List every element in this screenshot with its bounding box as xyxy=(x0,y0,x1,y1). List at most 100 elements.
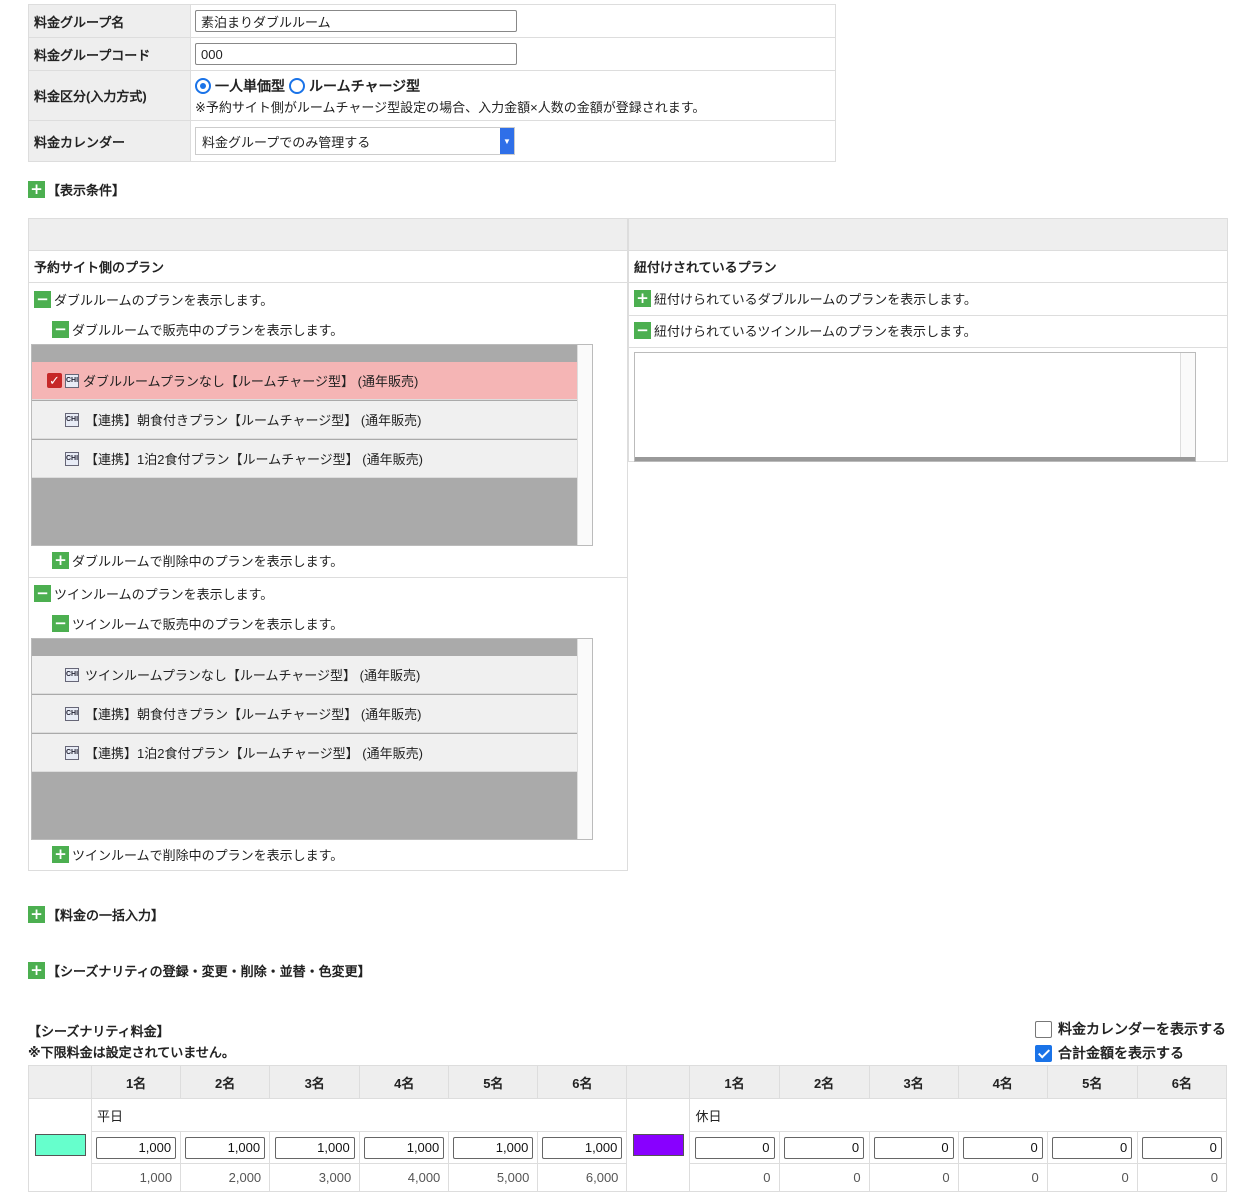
weekday-rate-input-2[interactable] xyxy=(185,1136,266,1159)
list-scrollbar[interactable] xyxy=(1180,353,1195,457)
checkbox-checked-icon[interactable]: ✓ xyxy=(47,373,62,388)
rate-group-form: 料金グループ名 料金グループコード 料金区分(入力方式) 一人単価型 ルームチャ… xyxy=(28,4,836,162)
group-code-label: 料金グループコード xyxy=(29,38,191,70)
show-total-label: 合計金額を表示する xyxy=(1058,1045,1184,1061)
twin-deleted-label: ツインルームで削除中のプランを表示します。 xyxy=(72,848,344,863)
twin-selling-toggle[interactable]: − ツインルームで販売中のプランを表示します。 xyxy=(52,614,343,633)
bulk-input-toggle[interactable]: + 【料金の一括入力】 xyxy=(28,905,164,924)
calendar-select-value: 料金グループでのみ管理する xyxy=(202,134,371,150)
holiday-label: 休日 xyxy=(689,1098,1227,1132)
col-header: 3名 xyxy=(269,1065,361,1099)
double-plan-list[interactable]: ✓ CHI ダブルルームプランなし【ルームチャージ型】 (通年販売) CHI 【… xyxy=(31,344,593,546)
plan-name: 【連携】朝食付きプラン【ルームチャージ型】 (通年販売) xyxy=(85,413,422,428)
display-conditions-toggle[interactable]: + 【表示条件】 xyxy=(28,180,125,199)
show-calendar-checkbox[interactable] xyxy=(1035,1020,1052,1038)
double-deleted-label: ダブルルームで削除中のプランを表示します。 xyxy=(72,554,344,569)
col-header: 2名 xyxy=(778,1065,870,1099)
group-code-input[interactable] xyxy=(195,43,517,65)
col-header: 6名 xyxy=(537,1065,628,1099)
twin-room-toggle[interactable]: − ツインルームのプランを表示します。 xyxy=(34,584,273,603)
list-item[interactable]: CHI 【連携】1泊2食付プラン【ルームチャージ型】 (通年販売) xyxy=(32,440,577,478)
list-item[interactable]: CHI 【連携】1泊2食付プラン【ルームチャージ型】 (通年販売) xyxy=(32,734,577,772)
group-code-row: 料金グループコード xyxy=(29,38,835,71)
category-label: 料金区分(入力方式) xyxy=(29,71,191,120)
per-person-radio[interactable] xyxy=(195,77,211,94)
holiday-rate-input-5[interactable] xyxy=(1052,1136,1133,1159)
weekday-rate-input-5[interactable] xyxy=(453,1136,534,1159)
chi-icon: CHI xyxy=(65,451,79,466)
calendar-row: 料金カレンダー 料金グループでのみ管理する ▼ xyxy=(29,121,835,161)
per-person-label: 一人単価型 xyxy=(215,77,285,94)
holiday-rate-input-1[interactable] xyxy=(694,1136,775,1159)
weekday-rate-input-6[interactable] xyxy=(542,1136,623,1159)
double-selling-toggle[interactable]: − ダブルルームで販売中のプランを表示します。 xyxy=(52,320,343,339)
twin-deleted-toggle[interactable]: + ツインルームで削除中のプランを表示します。 xyxy=(52,845,343,864)
col-header: 1名 xyxy=(91,1065,182,1099)
calendar-label: 料金カレンダー xyxy=(29,121,191,161)
plus-icon: + xyxy=(52,552,69,569)
weekday-rate-input-1[interactable] xyxy=(96,1136,177,1159)
twin-selling-label: ツインルームで販売中のプランを表示します。 xyxy=(72,617,344,632)
seasonality-note: ※下限料金は設定されていません。 xyxy=(28,1045,235,1060)
twin-plan-list[interactable]: CHI ツインルームプランなし【ルームチャージ型】 (通年販売) CHI 【連携… xyxy=(31,638,593,840)
calendar-select[interactable]: 料金グループでのみ管理する ▼ xyxy=(195,127,515,155)
linked-twin-label: 紐付けられているツインルームのプランを表示します。 xyxy=(654,324,977,339)
category-row: 料金区分(入力方式) 一人単価型 ルームチャージ型 ※予約サイト側がルームチャー… xyxy=(29,71,835,121)
list-item[interactable]: ✓ CHI ダブルルームプランなし【ルームチャージ型】 (通年販売) xyxy=(32,362,577,400)
weekday-color-swatch[interactable] xyxy=(34,1134,86,1156)
group-name-label: 料金グループ名 xyxy=(29,5,191,37)
chi-icon: CHI xyxy=(65,373,79,388)
minus-icon: − xyxy=(34,291,51,308)
col-header: 6名 xyxy=(1136,1065,1228,1099)
col-header: 1名 xyxy=(689,1065,780,1099)
weekday-total: 2,000 xyxy=(180,1163,271,1192)
minus-icon: − xyxy=(34,585,51,602)
weekday-rate-input-3[interactable] xyxy=(274,1136,355,1159)
list-item[interactable]: CHI 【連携】朝食付きプラン【ルームチャージ型】 (通年販売) xyxy=(32,695,577,733)
holiday-color-swatch[interactable] xyxy=(632,1134,684,1156)
chi-icon: CHI xyxy=(65,412,79,427)
show-calendar-option[interactable]: 料金カレンダーを表示する xyxy=(1035,1019,1226,1039)
group-name-input[interactable] xyxy=(195,10,517,32)
chi-icon: CHI xyxy=(65,745,79,760)
holiday-total: 0 xyxy=(1046,1163,1138,1192)
linked-twin-toggle[interactable]: − 紐付けられているツインルームのプランを表示します。 xyxy=(634,321,977,340)
weekday-total: 4,000 xyxy=(359,1163,450,1192)
col-header: 5名 xyxy=(448,1065,539,1099)
minus-icon: − xyxy=(52,321,69,338)
linked-plan-list[interactable] xyxy=(634,352,1196,462)
double-deleted-toggle[interactable]: + ダブルルームで削除中のプランを表示します。 xyxy=(52,551,343,570)
holiday-rate-input-4[interactable] xyxy=(962,1136,1043,1159)
holiday-rate-input-2[interactable] xyxy=(784,1136,865,1159)
room-charge-radio[interactable] xyxy=(289,77,305,94)
minus-icon: − xyxy=(634,322,651,339)
col-header: 4名 xyxy=(957,1065,1048,1099)
plan-name: 【連携】1泊2食付プラン【ルームチャージ型】 (通年販売) xyxy=(85,452,423,467)
plan-name: ツインルームプランなし【ルームチャージ型】 (通年販売) xyxy=(85,668,421,683)
seasonality-rate-table: 1名 2名 3名 4名 5名 6名 1名 2名 3名 4名 5名 6名 平日 休… xyxy=(27,1065,1228,1192)
plus-icon: + xyxy=(28,906,45,923)
show-calendar-label: 料金カレンダーを表示する xyxy=(1058,1021,1226,1037)
holiday-rate-input-6[interactable] xyxy=(1141,1136,1222,1159)
plus-icon: + xyxy=(28,181,45,198)
holiday-total: 0 xyxy=(778,1163,870,1192)
holiday-rate-input-3[interactable] xyxy=(873,1136,954,1159)
chevron-down-icon: ▼ xyxy=(500,128,514,154)
list-item[interactable]: CHI ツインルームプランなし【ルームチャージ型】 (通年販売) xyxy=(32,656,577,694)
double-room-toggle[interactable]: − ダブルルームのプランを表示します。 xyxy=(34,290,273,309)
linked-double-toggle[interactable]: + 紐付けられているダブルルームのプランを表示します。 xyxy=(634,289,977,308)
holiday-total: 0 xyxy=(957,1163,1048,1192)
weekday-total: 6,000 xyxy=(537,1163,628,1192)
chi-icon: CHI xyxy=(65,667,79,682)
show-total-option[interactable]: 合計金額を表示する xyxy=(1035,1043,1184,1063)
list-item[interactable]: CHI 【連携】朝食付きプラン【ルームチャージ型】 (通年販売) xyxy=(32,401,577,439)
display-conditions-label: 【表示条件】 xyxy=(47,183,126,198)
list-scrollbar[interactable] xyxy=(577,345,592,545)
plan-name: 【連携】1泊2食付プラン【ルームチャージ型】 (通年販売) xyxy=(85,746,423,761)
double-selling-label: ダブルルームで販売中のプランを表示します。 xyxy=(72,323,344,338)
list-scrollbar[interactable] xyxy=(577,639,592,839)
table-header-row: 1名 2名 3名 4名 5名 6名 1名 2名 3名 4名 5名 6名 xyxy=(27,1065,1228,1099)
show-total-checkbox[interactable] xyxy=(1035,1044,1052,1062)
seasonality-edit-toggle[interactable]: + 【シーズナリティの登録・変更・削除・並替・色変更】 xyxy=(28,961,371,980)
weekday-rate-input-4[interactable] xyxy=(364,1136,445,1159)
